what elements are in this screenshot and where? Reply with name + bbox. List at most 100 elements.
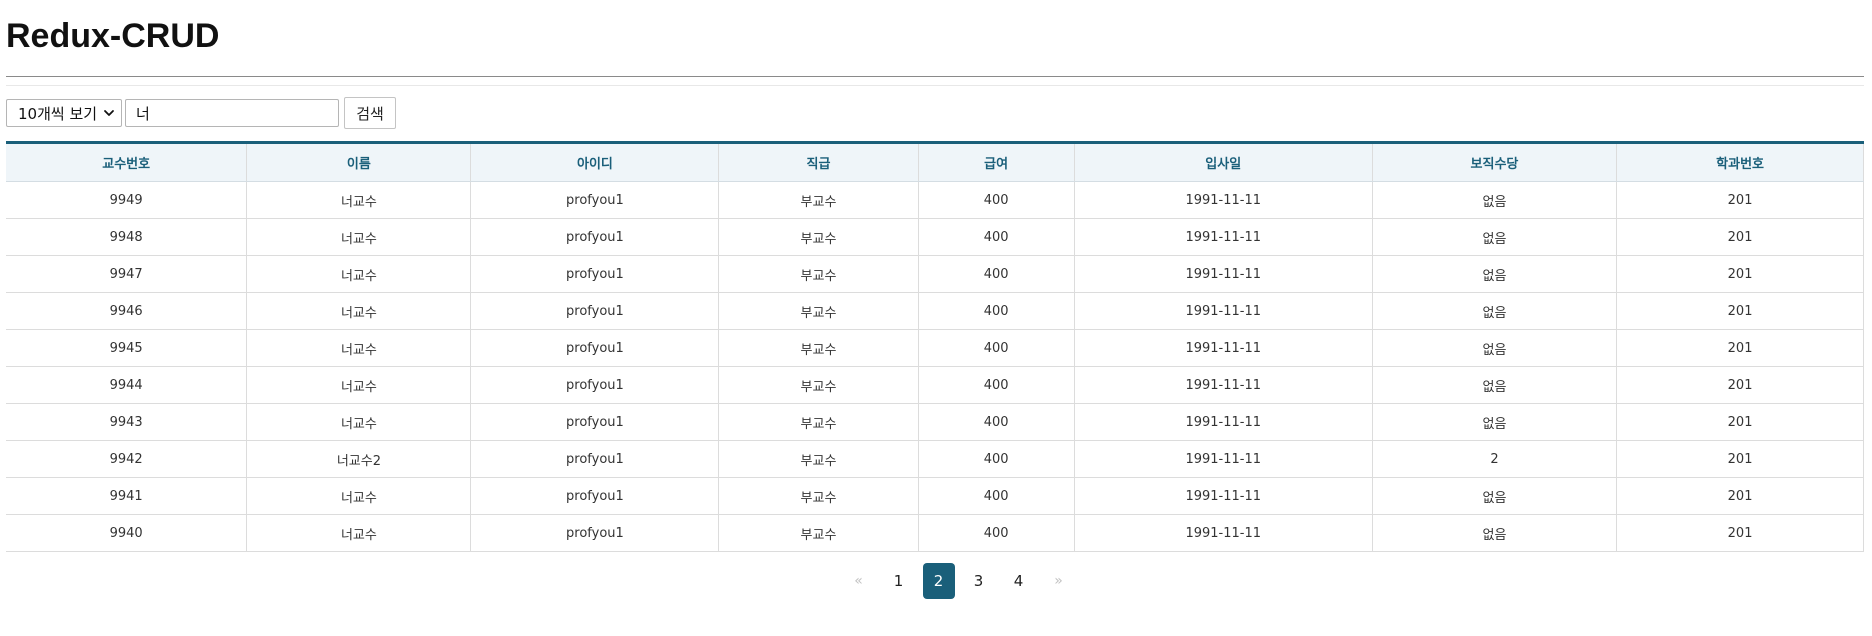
table-cell: 1991-11-11 <box>1073 329 1373 367</box>
table-cell: 201 <box>1616 477 1864 515</box>
page-title: Redux-CRUD <box>6 17 220 55</box>
table-cell: 400 <box>917 218 1075 256</box>
table-cell: profyou1 <box>470 440 719 478</box>
column-header: 교수번호 <box>6 142 247 182</box>
table-cell: profyou1 <box>470 329 719 367</box>
table-cell: 없음 <box>1371 181 1617 219</box>
search-input[interactable] <box>125 99 339 127</box>
search-button[interactable]: 검색 <box>344 97 396 129</box>
prev-page-button[interactable]: « <box>843 563 875 599</box>
column-header: 이름 <box>246 142 471 182</box>
table-cell: profyou1 <box>470 255 719 293</box>
page-button-2[interactable]: 2 <box>922 563 955 599</box>
table-cell: 없음 <box>1371 255 1617 293</box>
table-cell: 부교수 <box>718 218 919 256</box>
table-cell: 201 <box>1616 292 1864 330</box>
table-row[interactable]: 9944 너교수 profyou1 부교수 400 1991-11-11 없음 201 <box>6 366 1864 404</box>
table-cell: 1991-11-11 <box>1073 181 1373 219</box>
table-cell: profyou1 <box>470 292 719 330</box>
table-cell: 너교수 <box>246 218 471 256</box>
table-cell: 너교수 <box>246 403 471 441</box>
table-cell: 400 <box>917 514 1075 552</box>
title-divider <box>6 76 1864 77</box>
table-row[interactable]: 9945 너교수 profyou1 부교수 400 1991-11-11 없음 201 <box>6 329 1864 367</box>
table-cell: 400 <box>917 366 1075 404</box>
column-header: 직급 <box>718 142 919 182</box>
table-cell: profyou1 <box>470 181 719 219</box>
table-cell: 9949 <box>6 181 247 219</box>
table-cell: 201 <box>1616 514 1864 552</box>
table-cell: 너교수2 <box>246 440 471 478</box>
table-cell: 400 <box>917 255 1075 293</box>
table-cell: 1991-11-11 <box>1073 477 1373 515</box>
column-header: 급여 <box>917 142 1075 182</box>
table-cell: 9943 <box>6 403 247 441</box>
table-cell: 9940 <box>6 514 247 552</box>
table-row[interactable]: 9949 너교수 profyou1 부교수 400 1991-11-11 없음 201 <box>6 181 1864 219</box>
table-cell: 400 <box>917 440 1075 478</box>
table-cell: 없음 <box>1371 329 1617 367</box>
table-row[interactable]: 9946 너교수 profyou1 부교수 400 1991-11-11 없음 201 <box>6 292 1864 330</box>
table-row[interactable]: 9948 너교수 profyou1 부교수 400 1991-11-11 없음 201 <box>6 218 1864 256</box>
pager: «1 2 3 4» <box>839 563 1079 599</box>
table-cell: 2 <box>1371 440 1617 478</box>
column-header: 학과번호 <box>1616 142 1864 182</box>
page-button-3[interactable]: 3 <box>963 563 995 599</box>
table-cell: profyou1 <box>470 366 719 404</box>
table-cell: 없음 <box>1371 514 1617 552</box>
table-cell: profyou1 <box>470 477 719 515</box>
table-cell: 너교수 <box>246 514 471 552</box>
table-cell: 9945 <box>6 329 247 367</box>
table-cell: 너교수 <box>246 477 471 515</box>
table-cell: 201 <box>1616 440 1864 478</box>
table-cell: 부교수 <box>718 403 919 441</box>
table-cell: 너교수 <box>246 292 471 330</box>
table-cell: 부교수 <box>718 255 919 293</box>
table-row[interactable]: 9947 너교수 profyou1 부교수 400 1991-11-11 없음 201 <box>6 255 1864 293</box>
table-cell: 부교수 <box>718 514 919 552</box>
table-cell: 부교수 <box>718 181 919 219</box>
table-row[interactable]: 9942 너교수2 profyou1 부교수 400 1991-11-11 2 201 <box>6 440 1864 478</box>
table-cell: 부교수 <box>718 366 919 404</box>
table-cell: profyou1 <box>470 514 719 552</box>
table-cell: 400 <box>917 477 1075 515</box>
table-cell: 201 <box>1616 255 1864 293</box>
column-header: 아이디 <box>470 142 719 182</box>
table-cell: 1991-11-11 <box>1073 403 1373 441</box>
table-header-row: 교수번호 이름 아이디 직급 급여 입사일 보직수당 학과번호 <box>6 142 1864 182</box>
column-header: 보직수당 <box>1371 142 1617 182</box>
page: Redux-CRUD 10개씩 보기 검색 교수번호이름아이디직급급여입사일보직… <box>0 0 1872 636</box>
table-cell: 1991-11-11 <box>1073 292 1373 330</box>
table-cell: 부교수 <box>718 292 919 330</box>
table-cell: 400 <box>917 329 1075 367</box>
table-cell: 201 <box>1616 218 1864 256</box>
table-cell: 9944 <box>6 366 247 404</box>
table-cell: 부교수 <box>718 477 919 515</box>
table-cell: 201 <box>1616 366 1864 404</box>
page-size-select-value: 10개씩 보기 <box>18 104 98 123</box>
table-row[interactable]: 9943 너교수 profyou1 부교수 400 1991-11-11 없음 201 <box>6 403 1864 441</box>
table-cell: 없음 <box>1371 366 1617 404</box>
page-button-1[interactable]: 1 <box>883 563 915 599</box>
table-cell: 400 <box>917 403 1075 441</box>
table-cell: 400 <box>917 181 1075 219</box>
table-cell: 1991-11-11 <box>1073 255 1373 293</box>
table-cell: 9941 <box>6 477 247 515</box>
table-cell: 1991-11-11 <box>1073 440 1373 478</box>
pagination: «1 2 3 4» <box>0 563 1872 599</box>
column-header: 입사일 <box>1073 142 1373 182</box>
table-cell: 9946 <box>6 292 247 330</box>
table-row[interactable]: 9941 너교수 profyou1 부교수 400 1991-11-11 없음 201 <box>6 477 1864 515</box>
table-row[interactable]: 9940 너교수 profyou1 부교수 400 1991-11-11 없음 201 <box>6 514 1864 552</box>
table-cell: 너교수 <box>246 255 471 293</box>
chevron-down-icon <box>104 110 114 116</box>
page-button-4[interactable]: 4 <box>1003 563 1035 599</box>
table-cell: 없음 <box>1371 477 1617 515</box>
table-cell: 201 <box>1616 403 1864 441</box>
professor-table: 교수번호 이름 아이디 직급 급여 입사일 보직수당 학과번호 9949 너교수 profyou1… <box>6 141 1864 552</box>
page-size-select[interactable]: 10개씩 보기 <box>6 99 122 127</box>
table-cell: 9942 <box>6 440 247 478</box>
table-cell: 너교수 <box>246 366 471 404</box>
next-page-button[interactable]: » <box>1043 563 1075 599</box>
table-cell: profyou1 <box>470 403 719 441</box>
